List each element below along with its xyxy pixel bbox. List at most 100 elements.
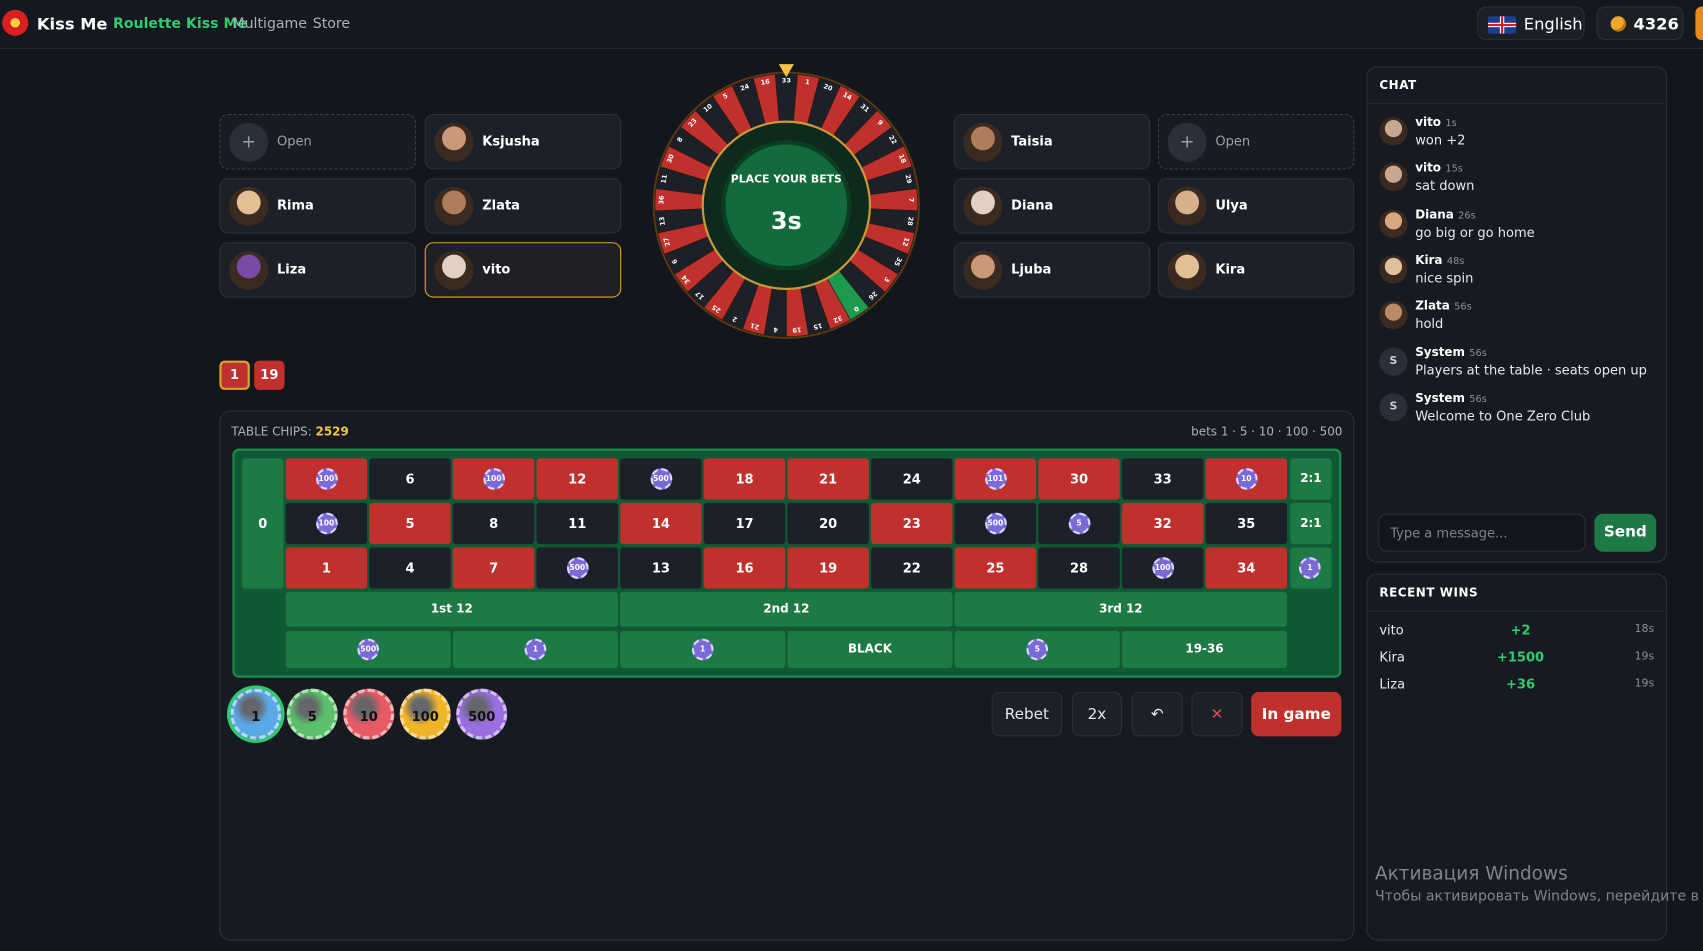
bet-number-14[interactable]: 14: [620, 502, 702, 545]
bet-number-4[interactable]: 4: [369, 547, 451, 589]
seat-ulya[interactable]: Ulya: [1157, 178, 1355, 234]
seat-liza[interactable]: Liza: [219, 242, 416, 298]
bet-number-20[interactable]: 20: [787, 502, 869, 545]
win-time: 19s: [1634, 677, 1655, 690]
wheel-hub: [721, 140, 852, 271]
bet-number-30[interactable]: 30: [1038, 458, 1120, 500]
chat-message: Diana 26s go big or go home: [1379, 206, 1661, 245]
seat-name: Rima: [276, 197, 314, 213]
chat-username: System: [1415, 344, 1465, 359]
bet-number-5[interactable]: 5: [369, 502, 451, 545]
seat-open[interactable]: + Open: [219, 114, 416, 170]
avatar: [963, 122, 1003, 162]
bet-number-16[interactable]: 16: [703, 547, 786, 589]
chat-message: vito 1s won +2: [1379, 114, 1661, 153]
bet-outside-19-36[interactable]: 19-36: [1121, 631, 1288, 668]
bet-number-7[interactable]: 7: [452, 547, 535, 589]
win-player: Kira: [1379, 649, 1405, 665]
seat-open[interactable]: + Open: [1157, 114, 1355, 170]
chip-100[interactable]: 100: [399, 688, 451, 740]
bet-column-2to1[interactable]: 2:1: [1290, 458, 1332, 500]
bet-column-2to1[interactable]: 2:1: [1290, 502, 1332, 545]
nav-store[interactable]: Store: [313, 16, 350, 32]
bet-dozen[interactable]: 1st 12: [285, 591, 618, 627]
avatar: [434, 122, 474, 162]
placed-chip: 500: [650, 468, 672, 490]
clear-bets-icon[interactable]: ✕: [1191, 691, 1243, 737]
bet-number-24[interactable]: 24: [871, 458, 953, 500]
divider: [1367, 610, 1667, 612]
chip-500[interactable]: 500: [456, 688, 508, 740]
seat-taisia[interactable]: Taisia: [953, 114, 1151, 170]
logo-icon[interactable]: [2, 9, 29, 36]
bet-number-21[interactable]: 21: [787, 458, 869, 500]
bet-number-17[interactable]: 17: [703, 502, 786, 545]
seat-rima[interactable]: Rima: [219, 178, 416, 234]
bet-number-8[interactable]: 8: [452, 502, 535, 545]
nav-multigame[interactable]: Multigame: [232, 16, 307, 32]
avatar: [1167, 250, 1207, 290]
bet-number-34[interactable]: 34: [1205, 547, 1288, 589]
system-avatar: S: [1379, 392, 1408, 422]
chip-5[interactable]: 5: [286, 688, 338, 740]
bet-number-32[interactable]: 32: [1121, 502, 1204, 545]
bet-number-28[interactable]: 28: [1038, 547, 1120, 589]
seat-diana[interactable]: Diana: [953, 178, 1151, 234]
bet-number-23[interactable]: 23: [871, 502, 953, 545]
bet-zero[interactable]: 0: [242, 458, 284, 589]
chat-time: 15s: [1445, 164, 1463, 176]
win-time: 19s: [1634, 650, 1655, 663]
chat-text: sat down: [1415, 178, 1475, 194]
seat-zlata[interactable]: Zlata: [424, 178, 622, 234]
bet-outside-black[interactable]: BLACK: [787, 631, 953, 668]
placed-chip: 100: [482, 468, 505, 490]
bet-number-35[interactable]: 35: [1205, 502, 1288, 545]
rebet-button[interactable]: Rebet: [991, 691, 1063, 737]
bet-number-1[interactable]: 1: [285, 547, 368, 589]
in-game-button[interactable]: In game: [1251, 691, 1342, 737]
bet-number-18[interactable]: 18: [703, 458, 786, 500]
nav-roulette-kiss-me[interactable]: Roulette Kiss Me: [113, 16, 247, 32]
bet-number-12[interactable]: 12: [536, 458, 618, 500]
chat-message-input[interactable]: [1378, 513, 1586, 552]
bet-number-33[interactable]: 33: [1121, 458, 1204, 500]
chat-time: 26s: [1458, 210, 1476, 222]
seat-ljuba[interactable]: Ljuba: [953, 242, 1151, 298]
placed-chip: 500: [984, 512, 1007, 535]
seat-name: Diana: [1011, 197, 1054, 213]
chat-time: 1s: [1445, 118, 1457, 130]
placed-chip: 5: [1068, 512, 1090, 535]
avatar: [1379, 301, 1408, 330]
chip-10[interactable]: 10: [343, 688, 395, 740]
undo-icon[interactable]: ↶: [1131, 691, 1183, 737]
avatar: [1167, 186, 1207, 226]
coin-balance[interactable]: 4326: [1596, 6, 1684, 41]
menu-button[interactable]: [1695, 6, 1703, 41]
chat-user: System 56s: [1415, 391, 1487, 405]
brand-name[interactable]: Kiss Me: [37, 14, 108, 34]
avatar: [1379, 209, 1408, 238]
chat-user: Diana 26s: [1415, 207, 1476, 221]
bet-number-6[interactable]: 6: [369, 458, 451, 500]
table-chips-value: 2529: [315, 424, 349, 439]
bet-number-25[interactable]: 25: [954, 547, 1037, 589]
placed-chip: 10: [1235, 468, 1258, 490]
bet-number-13[interactable]: 13: [620, 547, 702, 589]
chip-1[interactable]: 1: [230, 688, 282, 740]
bet-number-19[interactable]: 19: [787, 547, 869, 589]
recent-win-row: Kira +1500 19s: [1379, 649, 1654, 669]
plus-icon: +: [1167, 122, 1207, 162]
bet-dozen[interactable]: 3rd 12: [954, 591, 1288, 627]
bet-number-22[interactable]: 22: [871, 547, 953, 589]
seat-kira[interactable]: Kira: [1157, 242, 1355, 298]
language-selector[interactable]: English: [1477, 6, 1585, 41]
seat-ksjusha[interactable]: Ksjusha: [424, 114, 622, 170]
send-button[interactable]: Send: [1594, 513, 1657, 552]
avatar: [963, 186, 1003, 226]
bet-number-11[interactable]: 11: [536, 502, 618, 545]
bet-dozen[interactable]: 2nd 12: [620, 591, 953, 627]
double-bet-button[interactable]: 2x: [1071, 691, 1122, 737]
bet-limits: bets 1 · 5 · 10 · 100 · 500: [1191, 424, 1343, 439]
chat-message: vito 15s sat down: [1379, 160, 1661, 199]
seat-vito[interactable]: vito: [424, 242, 622, 298]
